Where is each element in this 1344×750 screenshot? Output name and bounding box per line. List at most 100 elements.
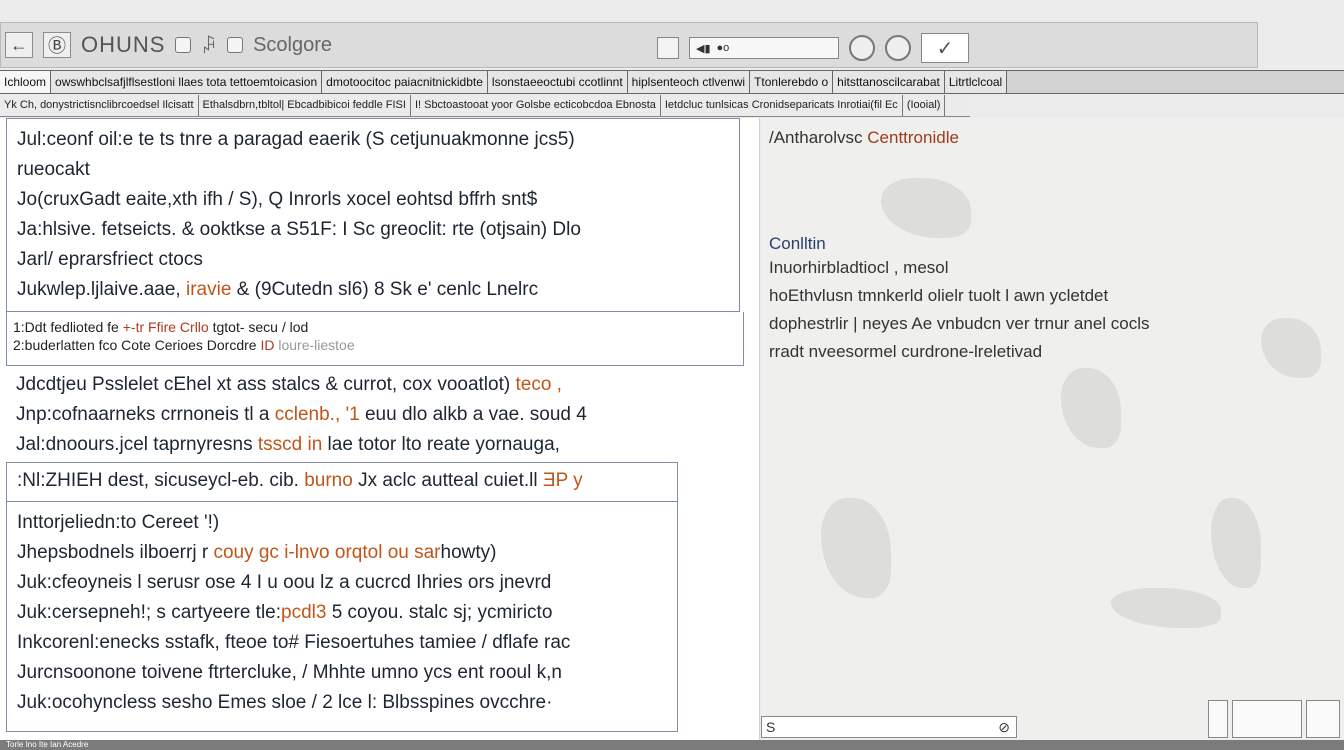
paragraph-line: rueocakt bbox=[17, 159, 90, 180]
document-icon[interactable]: Ⓑ bbox=[43, 32, 71, 58]
background-shape bbox=[1111, 588, 1221, 628]
note-box[interactable]: :Nl:ZHIEH dest, sicuseycl-eb. cib. burno… bbox=[6, 462, 678, 502]
background-shape bbox=[881, 178, 971, 238]
tab-bar-secondary: Yk Ch, donystrictisnclibrcoedsel Ilcisat… bbox=[0, 95, 970, 117]
paragraph-2: Jdcdtjeu Psslelet cEhel xt ass stalcs & … bbox=[6, 370, 746, 460]
paragraph-line: Ja:hlsive. fetseicts. & ooktkse a S51F: … bbox=[17, 219, 581, 240]
page-icon[interactable] bbox=[657, 37, 679, 59]
tab-item[interactable]: hitsttanoscilcarabat bbox=[833, 71, 945, 93]
line-highlight: teco , bbox=[515, 374, 562, 395]
circle-button[interactable] bbox=[849, 35, 875, 61]
caption-line-2: 2:buderlatten fco Cote Cerioes Dorcdre I… bbox=[7, 336, 743, 354]
background-shape bbox=[821, 498, 891, 598]
subtab-item[interactable]: (Iooial) bbox=[903, 95, 946, 116]
document-pane: Jul:ceonf oil:e te ts tnre a paragad eae… bbox=[0, 118, 760, 740]
thumbnail-strip bbox=[1208, 698, 1344, 740]
line-text: Jdcdtjeu Psslelet cEhel xt ass stalcs & … bbox=[16, 374, 516, 395]
preview-title: /Antharolvsc Centtronidle bbox=[769, 128, 959, 148]
line-tail: 5 coyou. stalc sj; ycmiricto bbox=[326, 602, 553, 623]
paragraph-line: Jhepsbodnels ilboerrj r couy gc i-lnvo o… bbox=[7, 538, 677, 568]
caption-line-1: 1:Ddt fedlioted fe +-tr Ffire Crllo tgto… bbox=[7, 318, 743, 336]
note-text: :Nl:ZHIEH dest, sicuseycl-eb. cib. bbox=[17, 470, 305, 491]
subtab-item[interactable]: I! Sbctoastooat yoor Golsbe ecticobcdoa … bbox=[411, 95, 661, 116]
clear-icon[interactable]: ⊘ bbox=[998, 719, 1010, 736]
caption-2-text: 2:buderlatten fco Cote Cerioes Dorcdre bbox=[13, 337, 261, 353]
preview-line: dophestrlir | neyes Ae vnbudcn ver trnur… bbox=[769, 314, 1150, 333]
paragraph-line: Juk:ocohyncless sesho Emes sloe / 2 lce … bbox=[7, 688, 677, 718]
paragraph-line: Jdcdtjeu Psslelet cEhel xt ass stalcs & … bbox=[6, 370, 746, 400]
tab-item[interactable]: owswhbclsafjlflsestloni llaes tota tetto… bbox=[51, 71, 323, 93]
line-text: Jal:dnoours.jcel taprnyresns bbox=[16, 434, 258, 455]
tab-item[interactable]: Ttonlerebdo o bbox=[750, 71, 834, 93]
paragraph-line: Jurcnsoonone toivene ftrtercluke, / Mhht… bbox=[7, 658, 677, 688]
paragraph-line: Inkcorenl:enecks sstafk, fteoe to# Fieso… bbox=[7, 628, 677, 658]
caption-box: 1:Ddt fedlioted fe +-tr Ffire Crllo tgto… bbox=[6, 312, 744, 366]
preview-input-text: S bbox=[766, 719, 776, 735]
square-icon-2[interactable] bbox=[227, 37, 244, 53]
paragraph-box-3[interactable]: Inttorjeliedn:to Cereet '!) Jhepsbodnels… bbox=[6, 502, 678, 732]
line-tail: & (9Cutedn sl6) 8 Sk e' cenlc Lnelrc bbox=[231, 279, 539, 300]
line-text: Jnp:cofnaarneks crrnoneis tl a bbox=[16, 404, 275, 425]
note-line: :Nl:ZHIEH dest, sicuseycl-eb. cib. burno… bbox=[7, 463, 677, 499]
line-tail: lae totor lto reate yornauga, bbox=[327, 434, 560, 455]
preview-input[interactable]: S ⊘ bbox=[761, 716, 1017, 738]
tab-item[interactable]: lsonstaeeoctubi ccotlinnt bbox=[487, 71, 628, 93]
note-highlight: burno bbox=[304, 470, 353, 491]
caption-2-highlight: ID bbox=[260, 337, 275, 353]
thumbnail[interactable] bbox=[1232, 700, 1302, 738]
check-button[interactable]: ✓ bbox=[921, 33, 969, 63]
subtab-item[interactable]: Ethalsdbrn,tbltol| Ebcadbibicoi feddle F… bbox=[199, 95, 411, 116]
back-button[interactable]: ← bbox=[5, 32, 33, 58]
paragraph-line: Juk:cersepneh!; s cartyeere tle:pcdl3 5 … bbox=[7, 598, 677, 628]
preview-heading: Conlltin bbox=[769, 234, 826, 253]
paragraph-line: Juk:cfeoyneis l serusr ose 4 I u oou lz … bbox=[7, 568, 677, 598]
zoom-slider[interactable]: ◀▮ ●o bbox=[689, 37, 839, 59]
background-shape bbox=[1061, 368, 1121, 448]
paragraph-line: Jo(cruxGadt eaite,xth ifh / S), Q Inrorl… bbox=[17, 189, 538, 210]
line-text: Jurcnsoonone toivene ftrtercluke, / Mhht… bbox=[17, 662, 562, 683]
note-tail: Jx aclc autteal cuiet.ll bbox=[352, 470, 538, 491]
line-text: Juk:cersepneh!; s cartyeere tle: bbox=[17, 602, 282, 623]
preview-line: rradt nveesormel curdrone-lreletivad bbox=[769, 342, 1043, 361]
line-text: Juk:cfeoyneis l serusr ose 4 I u oou lz … bbox=[17, 572, 552, 593]
thumbnail[interactable] bbox=[1208, 700, 1228, 738]
zoom-dot-icon: ●o bbox=[716, 42, 730, 54]
app-window: ← Ⓑ OHUNS ꇮ Scolgore ◀▮ ●o ✓ Ichloom owsw… bbox=[0, 0, 1344, 750]
line-text: Inkcorenl:enecks sstafk, fteoe to# Fieso… bbox=[17, 632, 571, 653]
thumbnail[interactable] bbox=[1306, 700, 1340, 738]
caption-1-text: 1:Ddt fedlioted fe bbox=[13, 319, 123, 335]
square-icon[interactable] bbox=[175, 37, 192, 53]
subtab-item[interactable]: Ietdcluc tunlsicas Cronidseparicats Inro… bbox=[661, 95, 903, 116]
para3-heading: Inttorjeliedn:to Cereet '!) bbox=[17, 512, 220, 533]
status-bar: Torle Ino Ite Ian Acedre bbox=[0, 740, 1344, 750]
background-shape bbox=[1261, 318, 1321, 378]
paragraph-line: Jnp:cofnaarneks crrnoneis tl a cclenb., … bbox=[6, 400, 746, 430]
paragraph-line: Jul:ceonf oil:e te ts tnre a paragad eae… bbox=[17, 129, 575, 150]
line-highlight: couy gc i-lnvo orqtol ou sar bbox=[213, 542, 441, 563]
app-title: OHUNS bbox=[81, 32, 166, 57]
caption-2-muted: loure-liestoe bbox=[274, 337, 355, 353]
note-end: ƎP y bbox=[537, 470, 583, 491]
preview-line: Inuorhirbladtiocl , mesol bbox=[769, 258, 949, 277]
tab-item[interactable]: Litrtlclcoal bbox=[944, 71, 1008, 93]
toolbar-right: ◀▮ ●o ✓ bbox=[657, 33, 969, 63]
tab-item[interactable]: dmotoocitoc paiacnitnickidbte bbox=[322, 71, 488, 93]
preview-title-highlight: Centtronidle bbox=[867, 128, 959, 147]
toolbar: ← Ⓑ OHUNS ꇮ Scolgore ◀▮ ●o ✓ bbox=[0, 22, 1258, 68]
line-highlight: iravie bbox=[185, 279, 232, 300]
line-tail: euu dlo alkb a vae. soud 4 bbox=[359, 404, 587, 425]
subtab-item[interactable]: Yk Ch, donystrictisnclibrcoedsel Ilcisat… bbox=[0, 95, 199, 116]
preview-line: hoEthvlusn tmnkerld olielr tuolt l awn y… bbox=[769, 286, 1109, 305]
preview-title-text: /Antharolvsc bbox=[769, 128, 868, 147]
paragraph-box-1[interactable]: Jul:ceonf oil:e te ts tnre a paragad eae… bbox=[6, 118, 740, 312]
line-highlight: cclenb., '1 bbox=[274, 404, 360, 425]
search-text[interactable]: Scolgore bbox=[253, 34, 332, 57]
caption-1-highlight: +-tr Ffire Crllo bbox=[122, 319, 209, 335]
zoom-button[interactable] bbox=[885, 35, 911, 61]
preview-pane: /Antharolvsc Centtronidle Conlltin Inuor… bbox=[761, 118, 1344, 740]
tab-item[interactable]: hiplsenteoch ctlvenwi bbox=[627, 71, 751, 93]
speaker-icon: ◀▮ bbox=[696, 42, 711, 55]
print-icon[interactable]: ꇮ bbox=[201, 32, 217, 59]
line-text: Jukwlep.ljlaive.aae, bbox=[17, 279, 186, 300]
tab-item[interactable]: Ichloom bbox=[0, 71, 52, 93]
